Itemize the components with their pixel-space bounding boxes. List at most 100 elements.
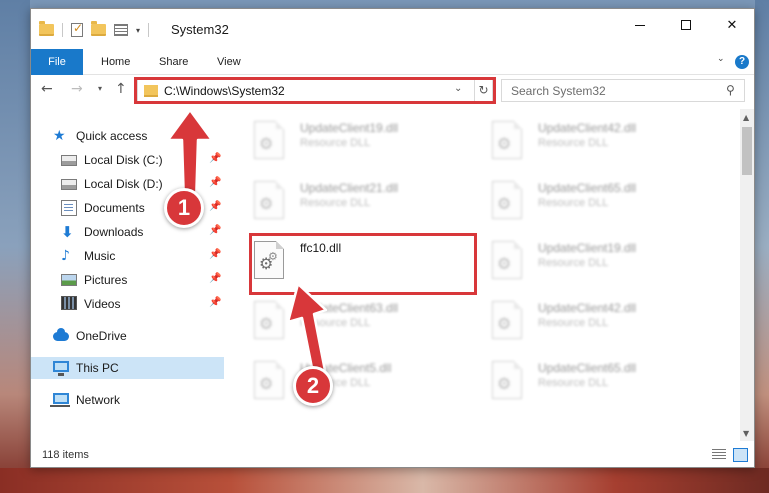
scroll-down-icon[interactable]: ▼ (743, 429, 749, 438)
file-name: UpdateClient65.dll (538, 361, 637, 375)
desktop-background-left (0, 0, 30, 493)
file-type: Resource DLL (538, 257, 609, 269)
file-type: Resource DLL (538, 137, 609, 149)
gear-icon: ⚙ (497, 314, 512, 333)
sidebar-item-label: Music (84, 249, 116, 263)
sidebar-item-label: Documents (84, 201, 145, 215)
list-item[interactable]: ⚙ UpdateClient5.dll Resource DLL (228, 357, 458, 415)
sidebar-item-network[interactable]: Network (31, 389, 224, 411)
forward-arrow-icon[interactable]: → (71, 81, 83, 97)
file-name: UpdateClient42.dll (538, 121, 637, 135)
properties-list-icon[interactable] (114, 24, 128, 36)
folder-icon (39, 21, 54, 36)
list-item[interactable]: ⚙ UpdateClient19.dll Resource DLL (228, 117, 458, 175)
desktop-background-bottom (0, 468, 769, 493)
sidebar-item-label: OneDrive (76, 329, 127, 343)
disk-icon (61, 155, 77, 166)
search-box[interactable]: Search System32 ⚲ (501, 79, 745, 102)
sidebar-item-label: Network (76, 393, 121, 407)
sidebar-item-label: Downloads (84, 225, 144, 239)
sidebar-item-music[interactable]: ♪ Music 📌 (31, 245, 224, 267)
file-type: Resource DLL (538, 317, 609, 329)
back-arrow-icon[interactable]: ← (41, 81, 53, 97)
item-count: 118 items (42, 449, 89, 461)
list-item[interactable]: ⚙ UpdateClient19.dll Resource DLL (466, 237, 696, 295)
recent-locations-chevron-icon[interactable]: ▾ (98, 84, 102, 93)
file-type: Resource DLL (538, 197, 609, 209)
dll-file-icon: ⚙ (492, 301, 522, 339)
pictures-icon (61, 274, 77, 286)
file-name: UpdateClient19.dll (300, 121, 399, 135)
address-highlight-box (134, 77, 496, 104)
window-title: System32 (171, 22, 229, 37)
help-icon[interactable]: ? (735, 55, 749, 69)
file-type: Resource DLL (300, 137, 371, 149)
scrollbar-thumb[interactable] (742, 127, 752, 175)
tab-home[interactable]: Home (101, 49, 130, 75)
properties-check-icon[interactable] (71, 21, 83, 37)
gear-icon: ⚙ (259, 194, 274, 213)
dll-file-icon: ⚙ (492, 361, 522, 399)
large-icons-view-icon[interactable] (733, 448, 748, 462)
dll-file-icon: ⚙ (254, 361, 284, 399)
list-item[interactable]: ⚙ UpdateClient63.dll Resource DLL (228, 297, 458, 355)
documents-icon (61, 200, 77, 216)
gear-icon: ⚙ (497, 134, 512, 153)
tab-view[interactable]: View (217, 49, 241, 75)
pin-icon: 📌 (209, 249, 222, 260)
gear-icon: ⚙ (497, 194, 512, 213)
up-arrow-icon[interactable]: ↑ (115, 81, 127, 97)
list-item[interactable]: ⚙ UpdateClient42.dll Resource DLL (466, 117, 696, 175)
quick-access-toolbar: ▾ (39, 21, 150, 37)
desktop-background-right (755, 0, 769, 493)
sidebar-item-label: Quick access (76, 129, 148, 143)
dll-file-icon: ⚙ (492, 121, 522, 159)
step-2-badge: 2 (293, 366, 333, 406)
computer-icon (53, 361, 69, 376)
dll-file-icon: ⚙ (254, 181, 284, 219)
customize-toolbar-chevron-icon[interactable]: ▾ (136, 26, 140, 35)
sidebar-item-onedrive[interactable]: OneDrive (31, 325, 224, 347)
list-item[interactable]: ⚙ UpdateClient65.dll Resource DLL (466, 357, 696, 415)
scroll-up-icon[interactable]: ▲ (743, 113, 749, 122)
gear-icon: ⚙ (259, 374, 274, 393)
dll-file-icon: ⚙ (254, 121, 284, 159)
search-input[interactable]: Search System32 (511, 84, 606, 98)
status-bar: 118 items (31, 443, 754, 467)
file-name: UpdateClient65.dll (538, 181, 637, 195)
sidebar-item-label: This PC (76, 361, 119, 375)
dll-file-icon: ⚙ (254, 301, 284, 339)
sidebar-item-pictures[interactable]: Pictures 📌 (31, 269, 224, 291)
maximize-icon (681, 20, 691, 30)
tab-file[interactable]: File (31, 49, 83, 75)
sidebar-item-this-pc[interactable]: This PC (31, 357, 224, 379)
new-folder-icon[interactable] (91, 21, 106, 36)
close-icon: ✕ (726, 17, 738, 33)
minimize-icon (635, 24, 645, 26)
search-icon[interactable]: ⚲ (726, 83, 735, 97)
toolbar-separator (148, 23, 150, 37)
expand-ribbon-chevron-icon[interactable]: ⌄ (717, 54, 725, 64)
sidebar-item-videos[interactable]: Videos 📌 (31, 293, 224, 315)
file-explorer-window: ▾ System32 ✕ File Home Share View ⌄ ? ← … (30, 8, 755, 468)
disk-icon (61, 179, 77, 190)
file-name: UpdateClient21.dll (300, 181, 399, 195)
network-icon (50, 393, 70, 407)
list-item[interactable]: ⚙ UpdateClient65.dll Resource DLL (466, 177, 696, 235)
ribbon-tabs: File Home Share View ⌄ ? (31, 49, 754, 75)
dll-file-icon: ⚙ (492, 241, 522, 279)
gear-icon: ⚙ (259, 134, 274, 153)
list-item[interactable]: ⚙ UpdateClient42.dll Resource DLL (466, 297, 696, 355)
details-view-icon[interactable] (712, 449, 726, 461)
sidebar-item-label: Pictures (84, 273, 128, 287)
file-name: UpdateClient19.dll (538, 241, 637, 255)
vertical-scrollbar[interactable]: ▲ ▼ (740, 109, 754, 441)
close-button[interactable]: ✕ (709, 9, 755, 41)
list-item[interactable]: ⚙ UpdateClient21.dll Resource DLL (228, 177, 458, 235)
tab-share[interactable]: Share (159, 49, 188, 75)
minimize-button[interactable] (617, 9, 663, 41)
downloads-icon: ⬇ (61, 223, 74, 241)
gear-icon: ⚙ (259, 314, 274, 333)
maximize-button[interactable] (663, 9, 709, 41)
pin-icon: 📌 (209, 225, 222, 236)
